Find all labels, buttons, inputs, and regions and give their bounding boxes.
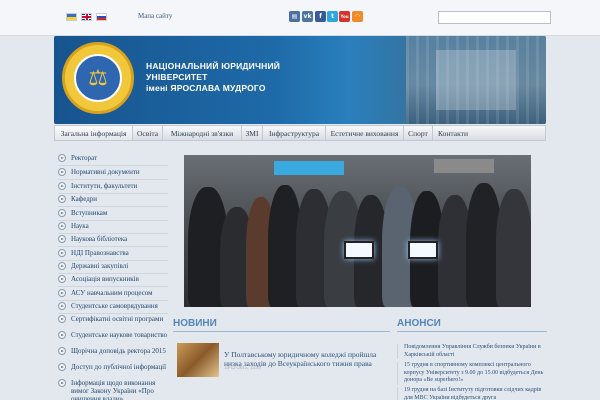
- arrow-right-icon: [58, 209, 66, 217]
- facebook-icon[interactable]: f: [315, 11, 326, 22]
- news-icon[interactable]: ▤: [289, 11, 300, 22]
- search-input[interactable]: [438, 11, 551, 24]
- sidebar-item[interactable]: Щорічна доповідь ректора 2015: [58, 347, 168, 355]
- flag-uk-icon[interactable]: [81, 13, 92, 21]
- nav-item-media[interactable]: ЗМІ: [242, 126, 263, 140]
- news-thumbnail[interactable]: [177, 343, 219, 377]
- sidebar-item[interactable]: Інформація щодо виконання вимог Закону У…: [58, 379, 168, 400]
- sidebar-item[interactable]: Кафедри: [58, 195, 168, 203]
- divider: [397, 331, 547, 332]
- announcement-link[interactable]: Повідомлення Управління Служби безпеки У…: [397, 344, 550, 359]
- arrow-right-icon: [58, 302, 66, 310]
- announcement-link[interactable]: 19 грудня на базі Інституту підготовки с…: [397, 387, 550, 400]
- sidebar-item[interactable]: Асоціація випускників: [58, 275, 168, 283]
- arrow-right-icon: [58, 289, 66, 297]
- flag-russia-icon[interactable]: [96, 13, 107, 21]
- sidebar-item[interactable]: Сертифікатні освітні програми: [58, 315, 168, 323]
- arrow-right-icon: [58, 182, 66, 190]
- divider: [173, 331, 390, 332]
- arrow-right-icon: [58, 222, 66, 230]
- arrow-right-icon: [58, 154, 66, 162]
- arrow-right-icon: [58, 331, 66, 339]
- university-name-line: УНІВЕРСИТЕТ: [146, 72, 208, 82]
- arrow-right-icon: [58, 168, 66, 176]
- news-section-title[interactable]: НОВИНИ: [173, 318, 217, 329]
- announcement-link[interactable]: 15 грудня в спортивному комплексі центра…: [397, 362, 550, 385]
- nav-item-education[interactable]: Освіта: [133, 126, 163, 140]
- announcements-section-title[interactable]: АНОНСИ: [397, 318, 441, 329]
- photo-banner: [434, 159, 494, 173]
- photo-banner: [274, 161, 344, 175]
- university-name-line: НАЦІОНАЛЬНИЙ ЮРИДИЧНИЙ: [146, 61, 281, 71]
- sitemap-link[interactable]: Мапа сайту: [138, 12, 172, 20]
- sidebar-item[interactable]: Ректорат: [58, 154, 168, 162]
- sidebar-item[interactable]: Вступникам: [58, 209, 168, 217]
- arrow-right-icon: [58, 315, 66, 323]
- top-bar: Мапа сайту ▤ vk f t You ◠: [0, 0, 600, 36]
- vk-icon[interactable]: vk: [302, 11, 313, 22]
- sidebar-item[interactable]: НДІ Правознавства: [58, 249, 168, 257]
- twitter-icon[interactable]: t: [327, 11, 338, 22]
- main-nav: Загальна інформація Освіта Міжнародні зв…: [54, 125, 546, 141]
- sidebar-item[interactable]: Інститути, факультети: [58, 182, 168, 190]
- sidebar-item[interactable]: Студентське наукове товариство: [58, 331, 168, 339]
- nav-item-contacts[interactable]: Контакти: [433, 126, 473, 140]
- sidebar-item[interactable]: Доступ до публічної інформації: [58, 363, 168, 371]
- nav-item-international[interactable]: Міжнародні зв'язки: [163, 126, 242, 140]
- nav-item-sport[interactable]: Спорт: [404, 126, 433, 140]
- arrow-right-icon: [58, 235, 66, 243]
- site-header: ⚖ НАЦІОНАЛЬНИЙ ЮРИДИЧНИЙ УНІВЕРСИТЕТ іме…: [54, 36, 546, 124]
- youtube-icon[interactable]: You: [339, 11, 350, 22]
- sidebar-item[interactable]: Нормативні документи: [58, 168, 168, 176]
- sidebar-item[interactable]: Державні закупівлі: [58, 262, 168, 270]
- news-date: 14-12-2015, 13:21: [224, 366, 262, 371]
- nav-item-aesthetic[interactable]: Естетичне виховання: [326, 126, 404, 140]
- flag-ukraine-icon[interactable]: [66, 13, 77, 21]
- sidebar-item[interactable]: АСУ навчальним процесом: [58, 289, 168, 297]
- sidebar-item[interactable]: Наука: [58, 222, 168, 230]
- featured-photo[interactable]: [184, 155, 531, 307]
- nav-item-general-info[interactable]: Загальна інформація: [55, 126, 133, 140]
- arrow-right-icon: [58, 363, 66, 371]
- nav-item-infrastructure[interactable]: Інфраструктура: [263, 126, 326, 140]
- university-logo[interactable]: ⚖: [62, 42, 134, 114]
- arrow-right-icon: [58, 347, 66, 355]
- arrow-right-icon: [58, 379, 66, 387]
- sidebar-item[interactable]: Студентське самоврядування: [58, 302, 168, 310]
- building-photo: [406, 36, 546, 124]
- scales-icon: ⚖: [74, 54, 122, 102]
- university-name-line: імені ЯРОСЛАВА МУДРОГО: [146, 83, 266, 93]
- rss-icon[interactable]: ◠: [352, 11, 363, 22]
- arrow-right-icon: [58, 275, 66, 283]
- arrow-right-icon: [58, 249, 66, 257]
- sidebar-item[interactable]: Наукова бібліотека: [58, 235, 168, 243]
- arrow-right-icon: [58, 262, 66, 270]
- arrow-right-icon: [58, 195, 66, 203]
